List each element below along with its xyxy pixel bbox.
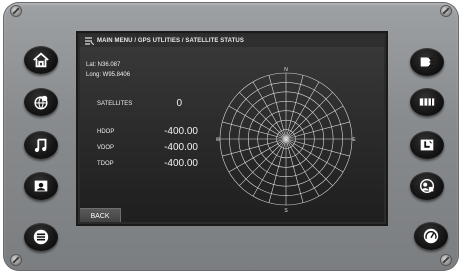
sky-plot-east-label: E xyxy=(352,137,356,143)
sky-plot-spoke xyxy=(285,121,350,140)
audio-button[interactable] xyxy=(24,131,58,159)
gauge-icon xyxy=(423,228,439,244)
sky-plot-west-label: W xyxy=(216,137,221,143)
longitude-readout: Long: W95.8406 xyxy=(86,72,131,78)
satellites-count: 0 xyxy=(176,98,182,109)
seat-button[interactable] xyxy=(410,131,444,159)
battery-icon xyxy=(419,98,435,106)
menu-icon xyxy=(33,229,49,245)
sky-plot-spoke xyxy=(285,138,304,203)
gps-button[interactable] xyxy=(410,172,444,200)
sky-plot-spoke xyxy=(285,92,333,140)
hdop-value: -400.00 xyxy=(164,126,198,137)
tdop-label: TDOP xyxy=(97,161,114,167)
home-icon xyxy=(33,52,49,68)
gps-person-icon xyxy=(419,178,435,194)
sky-plot-spoke xyxy=(285,138,350,157)
sky-plot-spoke xyxy=(268,75,287,140)
corner-bolt xyxy=(441,6,451,16)
tdop-value: -400.00 xyxy=(164,158,198,169)
sky-plot-north-label: N xyxy=(284,67,288,73)
breadcrumb: MAIN MENU / GPS UTLITIES / SATELLITE STA… xyxy=(97,38,244,44)
contact-card-icon xyxy=(34,180,48,192)
vdop-value: -400.00 xyxy=(164,142,198,153)
hdop-label: HDOP xyxy=(97,129,115,135)
lights-button[interactable] xyxy=(410,48,444,76)
sky-plot-spoke xyxy=(285,75,304,140)
sky-plot-spoke xyxy=(285,138,333,186)
sky-plot-spoke xyxy=(222,121,287,140)
title-bar: MAIN MENU / GPS UTLITIES / SATELLITE STA… xyxy=(80,35,384,47)
display-screen: MAIN MENU / GPS UTLITIES / SATELLITE STA… xyxy=(78,33,386,224)
latitude-readout: Lat: N36.087 xyxy=(86,62,121,68)
sky-plot-spoke xyxy=(239,138,287,186)
headlight-icon xyxy=(420,57,434,67)
gauges-button[interactable] xyxy=(414,222,448,250)
satellite-status-view: MAIN MENU / GPS UTLITIES / SATELLITE STA… xyxy=(80,35,384,222)
corner-bolt xyxy=(11,255,21,265)
power-button[interactable] xyxy=(410,88,444,116)
satellites-label: SATELLITES xyxy=(97,101,133,107)
music-note-icon xyxy=(34,138,47,153)
globe-location-icon xyxy=(34,95,48,110)
satellite-sky-plot: N E S W xyxy=(216,67,356,213)
corner-bolt xyxy=(441,255,451,265)
corner-bolt xyxy=(11,6,21,16)
back-button[interactable]: BACK xyxy=(80,208,121,222)
home-button[interactable] xyxy=(24,46,58,74)
sky-plot-spoke xyxy=(222,138,287,157)
navigation-button[interactable] xyxy=(24,88,58,116)
main-menu-button[interactable] xyxy=(24,223,58,251)
contacts-button[interactable] xyxy=(24,172,58,200)
sky-plot-spoke xyxy=(268,138,287,203)
vdop-label: VDOP xyxy=(97,145,115,151)
list-menu-icon xyxy=(85,37,94,45)
sky-plot-south-label: S xyxy=(284,208,288,213)
seat-heat-icon xyxy=(420,139,434,151)
sky-plot-spoke xyxy=(239,92,287,140)
